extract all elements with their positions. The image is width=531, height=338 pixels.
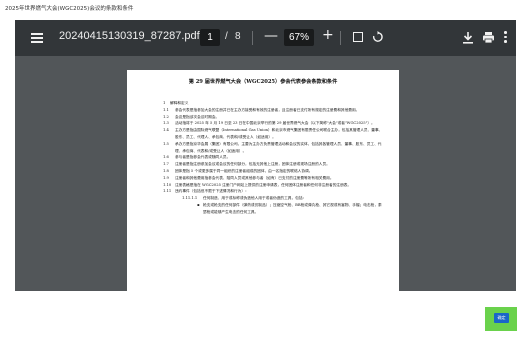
clause-number: 1.5	[163, 141, 169, 146]
clause-item: 1.11 违约事件（包括但不限于下述情况和行为）：	[163, 188, 383, 195]
clause-text: 参会代表是指参加大会的注册并已在主办方接受和有效的注册者，且注册者已支付所有规定…	[175, 107, 360, 112]
section-heading: 1 解释和定义	[163, 100, 383, 107]
zoom-in-button[interactable]: +	[322, 27, 334, 43]
toolbar-divider	[340, 31, 341, 45]
clause-number: 1.10	[163, 182, 172, 187]
clause-text: 主办方是指由国际燃气联盟（International Gas Union）和北京…	[175, 128, 383, 139]
clause-item: 1.9 注册者和其他费用指参会代表、陪同人员或其他参与者（如有）已支付的注册费等所…	[163, 175, 383, 182]
section-number: 1	[163, 101, 166, 105]
print-icon[interactable]	[482, 31, 495, 44]
clause-number: 1.7	[163, 162, 169, 167]
zoom-level-input[interactable]: 67%	[284, 29, 314, 46]
clause-number: 1.2	[163, 114, 169, 119]
document-title: 第 29 届世界燃气大会（WGC2025）参会代表参会条款和条件	[188, 79, 338, 85]
clause-item: ▪ 枪支或枪支的任何部件（弹药或仿制品）；压缩空气枪、BB枪或弹丸枪、其它视或有害…	[163, 202, 383, 216]
section-text: 解释和定义	[170, 101, 189, 105]
clause-item: 1.6 参与者是指参会代表或随同人员。	[163, 154, 383, 161]
page-caption: 2025年世界燃气大会(WGC2025)会议的条款和条件	[5, 6, 134, 12]
pdf-page: 第 29 届世界燃气大会（WGC2025）参会代表参会条款和条件 1 解释和定义…	[127, 70, 399, 291]
total-pages: 8	[235, 31, 241, 42]
clause-text: 枪支或枪支的任何部件（弹药或仿制品）；压缩空气枪、BB枪或弹丸枪、其它视或有害物…	[203, 202, 382, 214]
clause-text: 任何制造、用于或标称或伪造他人用于或者伪造的工具，包括：	[203, 196, 307, 201]
clause-number: 1.11.1.1	[182, 196, 198, 201]
clause-text: 团体是指 5 个或更多属于同一组织的注册者组成的团体，由一名指定的联络人协调。	[175, 168, 313, 173]
zoom-out-button[interactable]: —	[264, 28, 278, 44]
clause-number: 1.3	[163, 121, 169, 126]
clause-item: 1.3 活动指将于 2025 年 5 月 19 日至 23 日在中国北京举行的第 …	[163, 120, 383, 127]
clause-text: 承办方是指京华会展（集团）有限公司，主要为主办方负责管理活动和会议的实体，包括其…	[175, 141, 382, 153]
clause-number: 1.4	[163, 128, 169, 133]
clause-text: 注册表格是指在 WGC2025 注册门户网站上提供的注册申请表，任何团体注册者和…	[175, 182, 352, 187]
clause-item: 1.7 注册者是指注册参加会议或会议的任何部分，包括无其他上注册，团体注册或现场注…	[163, 161, 383, 168]
pdf-toolbar: 20240415130319_87287.pdf 1 / 8 — 67% +	[15, 20, 516, 56]
clause-number: 1.1	[163, 107, 169, 112]
rotate-icon[interactable]	[371, 30, 384, 44]
clause-text: 会议是指该次会议时期会。	[175, 114, 220, 119]
clause-item: 1.5 承办方是指京华会展（集团）有限公司，主要为主办方负责管理活动和会议的实体，…	[163, 141, 383, 155]
more-vertical-icon[interactable]	[504, 31, 508, 45]
clause-text: 注册者和其他费用指参会代表、陪同人员或其他参与者（如有）已支付的注册费等所有相关…	[175, 175, 334, 180]
download-icon[interactable]	[462, 31, 474, 44]
clause-number: 1.6	[163, 155, 169, 160]
document-filename: 20240415130319_87287.pdf	[59, 30, 200, 42]
toolbar-divider	[252, 31, 253, 45]
clause-number: ▪	[197, 202, 200, 207]
clause-number: 1.8	[163, 168, 169, 173]
hamburger-menu-icon[interactable]	[31, 31, 43, 45]
fit-to-page-icon[interactable]	[353, 32, 363, 42]
clause-item: 1.10 注册表格是指在 WGC2025 注册门户网站上提供的注册申请表，任何团体…	[163, 182, 383, 189]
current-page-input[interactable]: 1	[200, 29, 220, 46]
clause-item: 1.1 参会代表是指参加大会的注册并已在主办方接受和有效的注册者，且注册者已支付所…	[163, 107, 383, 114]
document-body: 1 解释和定义 1.1 参会代表是指参加大会的注册并已在主办方接受和有效的注册者，…	[163, 100, 383, 216]
clause-text: 参与者是指参会代表或随同人员。	[175, 155, 231, 160]
clause-item: 1.8 团体是指 5 个或更多属于同一组织的注册者组成的团体，由一名指定的联络人协…	[163, 168, 383, 175]
confirm-button[interactable]: 确定	[494, 313, 509, 323]
clause-text: 注册者是指注册参加会议或会议的任何部分，包括无其他上注册，团体注册或现场注册的人…	[175, 162, 330, 167]
clause-item: 1.11.1.1 任何制造、用于或标称或伪造他人用于或者伪造的工具，包括：	[163, 195, 383, 202]
pdf-viewer: 20240415130319_87287.pdf 1 / 8 — 67% + 第…	[15, 20, 516, 291]
clause-item: 1.2 会议是指该次会议时期会。	[163, 114, 383, 121]
clause-number: 1.11	[163, 189, 172, 194]
clause-text: 违约事件（包括但不限于下述情况和行为）：	[175, 189, 249, 194]
clause-item: 1.4 主办方是指由国际燃气联盟（International Gas Union）…	[163, 127, 383, 141]
clause-text: 活动指将于 2025 年 5 月 19 日至 23 日在中国北京举行的第 29 …	[175, 121, 375, 126]
page-separator: /	[225, 31, 228, 42]
clause-number: 1.9	[163, 175, 169, 180]
confirm-highlight: 确定	[485, 307, 517, 331]
